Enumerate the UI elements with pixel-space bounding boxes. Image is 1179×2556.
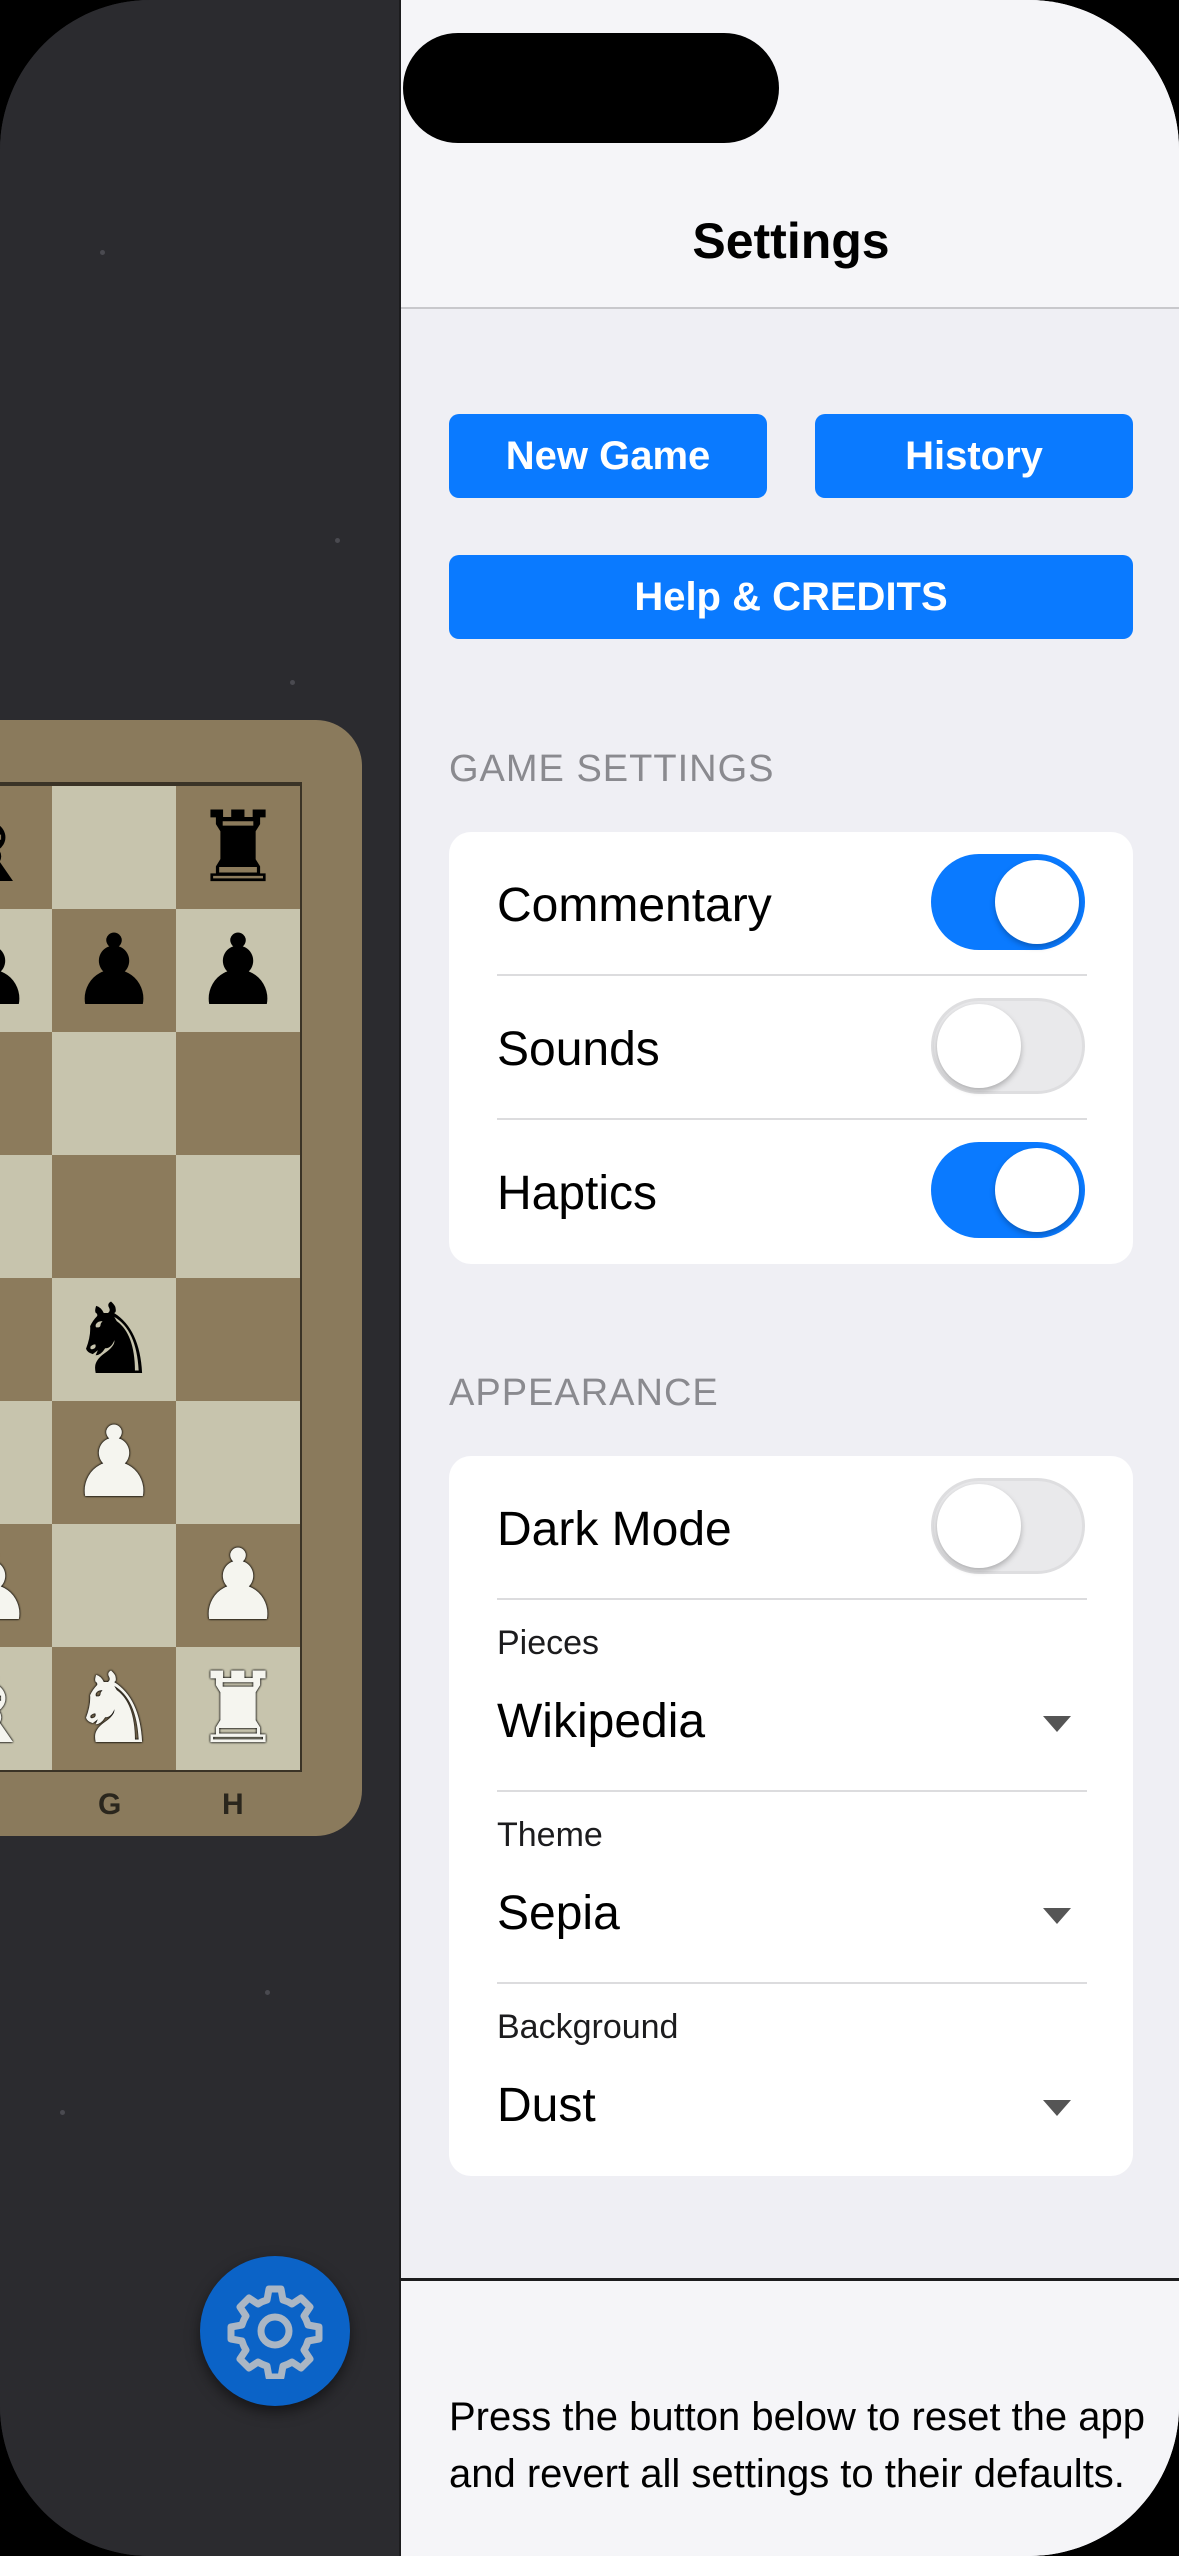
dark-mode-row: Dark Mode [497, 1478, 1133, 1578]
dynamic-island [403, 33, 779, 143]
appearance-header: APPEARANCE [449, 1372, 719, 1414]
background-speck [265, 1990, 270, 1995]
settings-button[interactable] [200, 2256, 350, 2406]
black-knight-icon: ♞ [70, 1282, 158, 1397]
reset-footer: Press the button below to reset the app … [401, 2281, 1179, 2556]
black-bishop-icon: ♝ [0, 799, 34, 897]
chevron-down-icon [1043, 1908, 1071, 1924]
square-f6[interactable] [0, 1032, 52, 1155]
background-speck [335, 538, 340, 543]
toggle-knob [937, 1004, 1021, 1088]
square-f3[interactable] [0, 1401, 52, 1524]
settings-panel: Settings New Game History Help & CREDITS… [399, 0, 1179, 2556]
background-speck [290, 680, 295, 685]
background-picker[interactable]: Background Dust [497, 2008, 1133, 2168]
divider [497, 1790, 1087, 1792]
dark-mode-toggle[interactable] [931, 1478, 1085, 1574]
divider [497, 974, 1087, 976]
sounds-row: Sounds [497, 998, 1133, 1098]
game-area: ♝ ♜ ♟ ♟ ♟ ♞ ♟ ♟ ♟ [0, 0, 400, 2556]
square-g3[interactable]: ♟ [52, 1401, 176, 1524]
white-pawn-icon: ♟ [0, 1537, 34, 1635]
square-f1[interactable]: ♝ [0, 1647, 52, 1770]
commentary-toggle[interactable] [931, 854, 1085, 950]
history-button[interactable]: History [815, 414, 1133, 498]
game-settings-card: Commentary Sounds Haptics [449, 832, 1133, 1264]
background-speck [100, 250, 105, 255]
square-g5[interactable] [52, 1155, 176, 1278]
reset-description: Press the button below to reset the app … [449, 2395, 1145, 2496]
dark-mode-label: Dark Mode [497, 1503, 732, 1556]
divider [497, 1598, 1087, 1600]
square-h8[interactable]: ♜ [176, 786, 300, 909]
divider [497, 1118, 1087, 1120]
white-rook-icon: ♜ [194, 1651, 282, 1766]
square-h7[interactable]: ♟ [176, 909, 300, 1032]
appearance-card: Dark Mode Pieces Wikipedia Theme Sepia B… [449, 1456, 1133, 2176]
square-h6[interactable] [176, 1032, 300, 1155]
square-f5[interactable] [0, 1155, 52, 1278]
square-g1[interactable]: ♞ [52, 1647, 176, 1770]
square-g7[interactable]: ♟ [52, 909, 176, 1032]
sounds-label: Sounds [497, 1023, 660, 1076]
background-value: Dust [497, 2079, 596, 2132]
square-f7[interactable]: ♟ [0, 909, 52, 1032]
haptics-label: Haptics [497, 1167, 658, 1220]
pieces-picker[interactable]: Pieces Wikipedia [497, 1624, 1133, 1784]
sounds-toggle[interactable] [931, 998, 1085, 1094]
haptics-toggle[interactable] [931, 1142, 1085, 1238]
background-label: Background [497, 2008, 679, 2046]
square-h1[interactable]: ♜ [176, 1647, 300, 1770]
square-h3[interactable] [176, 1401, 300, 1524]
toggle-knob [995, 860, 1079, 944]
square-h2[interactable]: ♟ [176, 1524, 300, 1647]
commentary-label: Commentary [497, 879, 772, 932]
square-f4[interactable] [0, 1278, 52, 1401]
theme-value: Sepia [497, 1887, 620, 1940]
square-g8[interactable] [52, 786, 176, 909]
settings-header: Settings [401, 0, 1179, 309]
commentary-row: Commentary [497, 854, 1133, 954]
background-speck [60, 2110, 65, 2115]
square-g4[interactable]: ♞ [52, 1278, 176, 1401]
file-label-g: G [98, 1788, 122, 1821]
black-pawn-icon: ♟ [70, 913, 158, 1028]
theme-picker[interactable]: Theme Sepia [497, 1816, 1133, 1976]
toggle-knob [995, 1148, 1079, 1232]
black-pawn-icon: ♟ [0, 922, 34, 1020]
square-f2[interactable]: ♟ [0, 1524, 52, 1647]
divider [497, 1982, 1087, 1984]
chevron-down-icon [1043, 1716, 1071, 1732]
chevron-down-icon [1043, 2100, 1071, 2116]
black-rook-icon: ♜ [194, 790, 282, 905]
pieces-label: Pieces [497, 1624, 600, 1662]
white-bishop-icon: ♝ [0, 1660, 34, 1758]
pieces-value: Wikipedia [497, 1695, 706, 1748]
new-game-button[interactable]: New Game [449, 414, 767, 498]
page-title: Settings [692, 213, 890, 269]
game-settings-header: GAME SETTINGS [449, 748, 775, 790]
chess-board[interactable]: ♝ ♜ ♟ ♟ ♟ ♞ ♟ ♟ ♟ [0, 782, 302, 1772]
white-knight-icon: ♞ [70, 1651, 158, 1766]
black-pawn-icon: ♟ [194, 913, 282, 1028]
file-label-h: H [222, 1788, 244, 1821]
haptics-row: Haptics [497, 1142, 1133, 1242]
theme-label: Theme [497, 1816, 603, 1854]
device-screen: ♝ ♜ ♟ ♟ ♟ ♞ ♟ ♟ ♟ [0, 0, 1179, 2556]
square-f8[interactable]: ♝ [0, 786, 52, 909]
gear-icon [227, 2285, 323, 2379]
white-pawn-icon: ♟ [194, 1528, 282, 1643]
square-h4[interactable] [176, 1278, 300, 1401]
toggle-knob [937, 1484, 1021, 1568]
square-h5[interactable] [176, 1155, 300, 1278]
help-credits-button[interactable]: Help & CREDITS [449, 555, 1133, 639]
square-g2[interactable] [52, 1524, 176, 1647]
square-g6[interactable] [52, 1032, 176, 1155]
white-pawn-icon: ♟ [70, 1405, 158, 1520]
